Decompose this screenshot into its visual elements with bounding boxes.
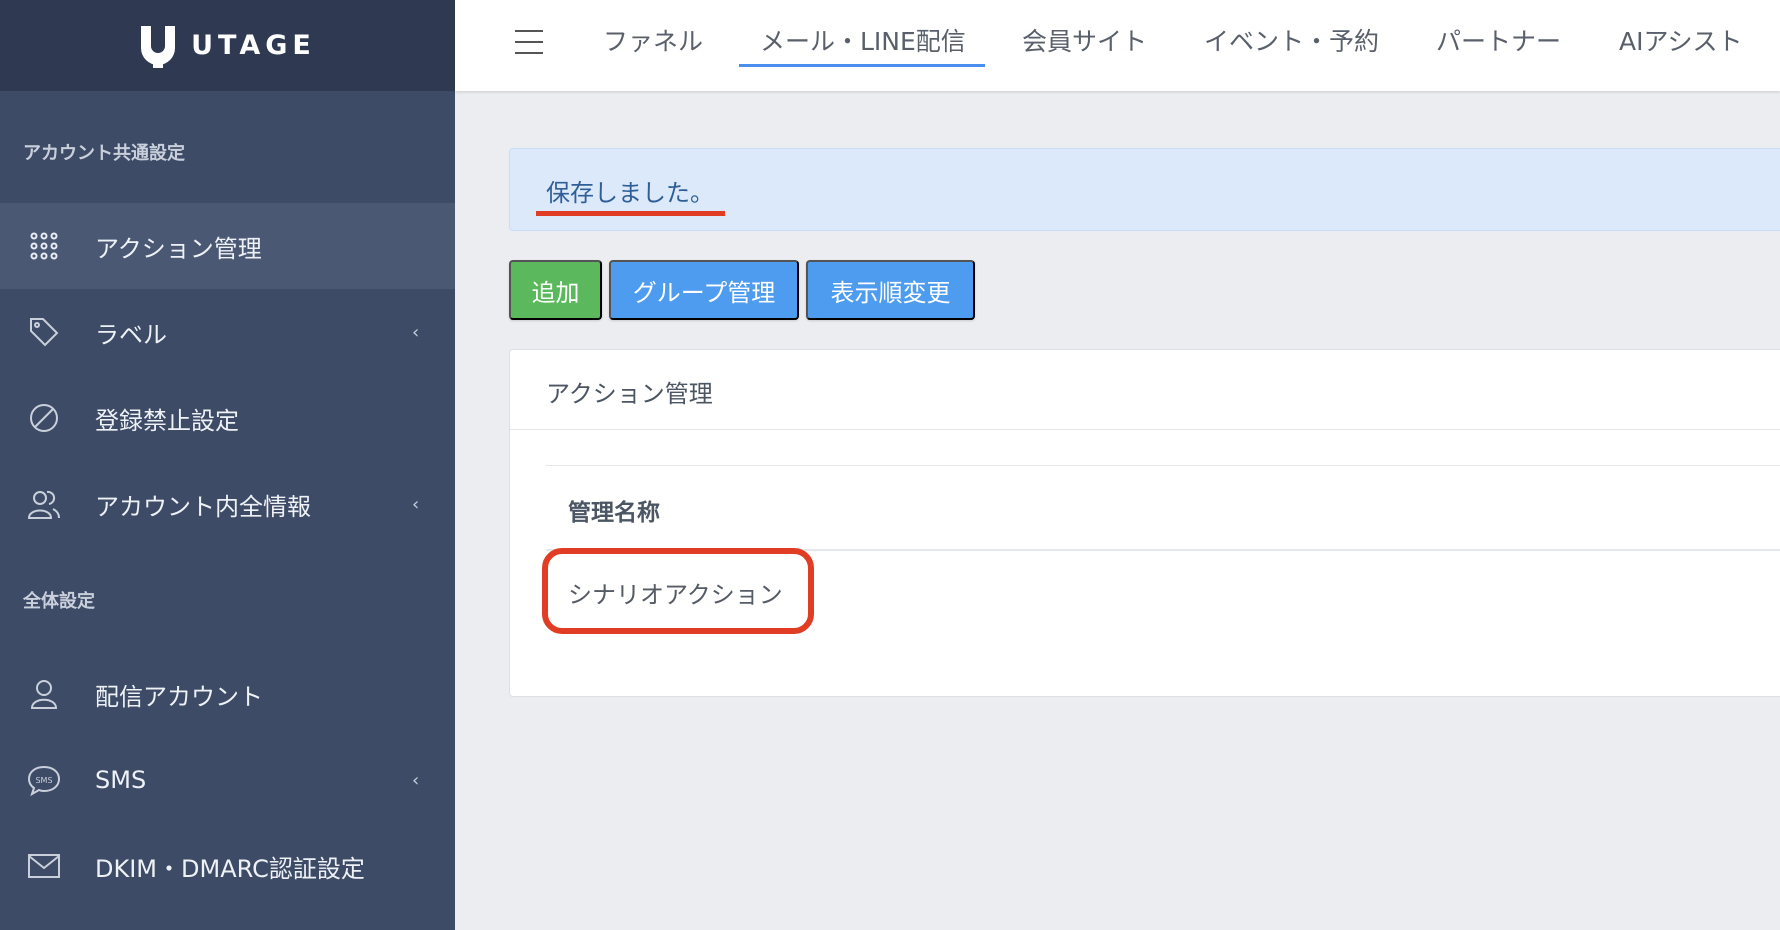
sidebar-item-label: アクション管理: [95, 234, 262, 263]
action-management-card: アクション管理 管理名称 シナリオアクション: [509, 349, 1780, 697]
sidebar-item-label: SMS: [95, 766, 147, 794]
brand-name: UTAGE: [191, 30, 316, 61]
sidebar-item-registration-ban[interactable]: 登録禁止設定: [0, 375, 455, 461]
divider: [546, 465, 1780, 466]
users-icon: [26, 486, 62, 522]
add-button[interactable]: 追加: [509, 260, 602, 320]
top-navigation: ファネル メール・LINE配信 会員サイト イベント・予約 パートナー AIアシ…: [455, 0, 1780, 91]
active-tab-indicator: [739, 64, 985, 67]
tab-partner[interactable]: パートナー: [1436, 22, 1561, 58]
sidebar-item-action-management[interactable]: アクション管理: [0, 203, 455, 289]
sidebar-item-label: ラベル: [95, 320, 167, 349]
sidebar-item-dkim-dmarc[interactable]: DKIM・DMARC認証設定: [0, 823, 455, 909]
group-management-button[interactable]: グループ管理: [609, 260, 799, 320]
sidebar-item-label: アカウント内全情報: [95, 492, 311, 521]
chevron-left-icon: ‹: [412, 321, 420, 343]
sidebar-item-label-tags[interactable]: ラベル ‹: [0, 289, 455, 375]
chevron-left-icon: ‹: [412, 769, 420, 791]
chevron-left-icon: ‹: [412, 493, 420, 515]
sms-bubble-icon: SMS: [26, 762, 62, 798]
alert-message: 保存しました。: [546, 179, 714, 207]
brand-header[interactable]: UTAGE: [0, 0, 455, 91]
sidebar: UTAGE アカウント共通設定 アクション管理 ラベル ‹ 登録禁止設定 アカウ…: [0, 0, 455, 930]
tab-mail-line[interactable]: メール・LINE配信: [760, 22, 966, 58]
success-alert: 保存しました。: [509, 148, 1780, 231]
sidebar-item-label: DKIM・DMARC認証設定: [95, 854, 365, 883]
tab-member-site[interactable]: 会員サイト: [1022, 22, 1147, 58]
change-order-button[interactable]: 表示順変更: [806, 260, 975, 320]
annotation-highlight-box: [542, 548, 814, 634]
svg-text:SMS: SMS: [35, 776, 52, 785]
sidebar-item-account-info[interactable]: アカウント内全情報 ‹: [0, 461, 455, 547]
sidebar-item-label: 配信アカウント: [95, 682, 263, 711]
annotation-underline: [536, 211, 725, 216]
hamburger-menu-icon[interactable]: [515, 30, 543, 54]
section-title-global-settings: 全体設定: [23, 591, 95, 612]
card-title: アクション管理: [546, 380, 713, 408]
tab-ai-assist[interactable]: AIアシスト: [1619, 22, 1742, 58]
tab-event-booking[interactable]: イベント・予約: [1204, 22, 1379, 58]
sidebar-item-sms[interactable]: SMS SMS ‹: [0, 737, 455, 823]
sidebar-item-label: 登録禁止設定: [95, 406, 239, 435]
grid-dots-icon: [26, 228, 62, 264]
divider: [510, 429, 1780, 430]
sidebar-item-delivery-account[interactable]: 配信アカウント: [0, 651, 455, 737]
tab-funnel[interactable]: ファネル: [603, 22, 703, 58]
ban-icon: [26, 400, 62, 436]
tag-icon: [26, 314, 62, 350]
user-icon: [26, 676, 62, 712]
column-header-name: 管理名称: [568, 500, 660, 526]
section-title-account-common: アカウント共通設定: [23, 143, 185, 164]
envelope-icon: [26, 848, 62, 884]
utage-logo-icon: [139, 24, 177, 68]
